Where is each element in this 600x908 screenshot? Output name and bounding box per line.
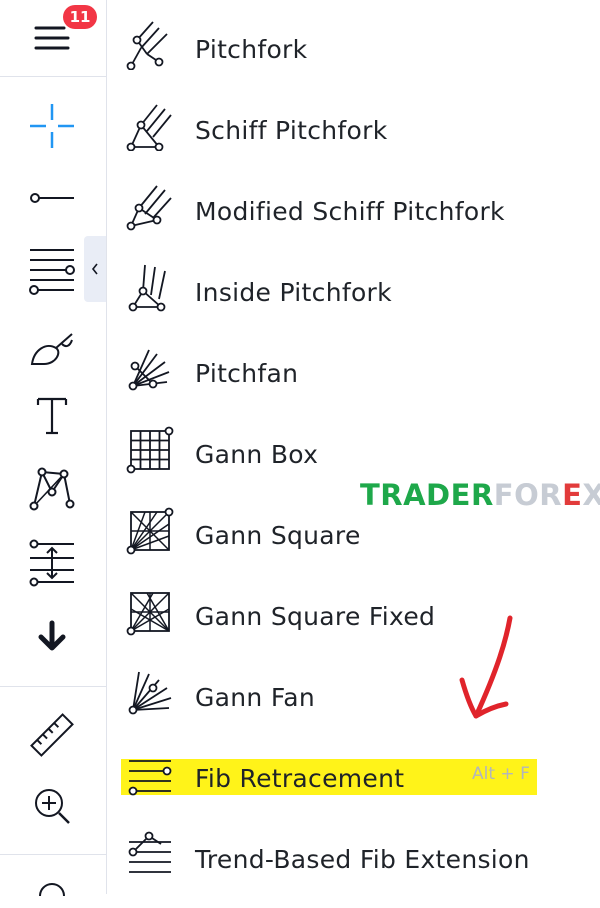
watermark-part: X [582,478,600,512]
menu-item-modified-schiff-pitchfork[interactable]: Modified Schiff Pitchfork [107,164,600,245]
watermark-part: TRADER [360,478,494,512]
gann-square-icon [123,504,175,556]
menu-item-label: Trend-Based Fib Extension [195,845,530,874]
zoom-in-icon[interactable] [20,774,84,838]
left-toolbar: 11 [0,0,106,896]
fib-retracement-icon[interactable] [20,236,84,300]
text-icon[interactable] [20,384,84,448]
shortcut-hint: Alt + F [472,764,530,784]
pitchfan-icon [123,342,175,394]
chevron-left-icon [91,263,98,275]
ruler-icon[interactable] [20,704,84,768]
collapse-toolbar-button[interactable] [84,236,106,302]
annotation-arrow-icon [459,615,513,719]
notification-badge: 11 [63,5,97,29]
pitchfork-gann-tools-menu: Pitchfork Schiff Pitchfork Modified Schi… [107,0,600,894]
menu-item-label: Modified Schiff Pitchfork [195,197,505,226]
menu-item-label: Gann Square [195,521,361,550]
menu-item-label: Pitchfan [195,359,299,388]
menu-item-label: Fib Retracement [195,764,405,793]
menu-item-inside-pitchfork[interactable]: Inside Pitchfork [107,245,600,326]
trend-line-icon[interactable] [20,166,84,230]
inside-pitchfork-icon [123,261,175,313]
gann-box-icon [123,423,175,475]
gann-fan-icon [123,666,175,718]
toolbar-divider [0,686,106,687]
pitchfork-icon [123,18,175,71]
menu-item-trend-based-fib-extension[interactable]: Trend-Based Fib Extension [107,812,600,893]
fib-retracement-icon [123,747,175,799]
menu-item-label: Schiff Pitchfork [195,116,388,145]
menu-item-pitchfork[interactable]: Pitchfork [107,2,600,83]
menu-item-pitchfan[interactable]: Pitchfan [107,326,600,407]
arrow-down-icon[interactable] [20,604,84,668]
brush-icon[interactable] [20,316,84,380]
schiff-pitchfork-icon [123,99,175,152]
modified-schiff-pitchfork-icon [123,180,175,232]
menu-item-schiff-pitchfork[interactable]: Schiff Pitchfork [107,83,600,164]
crosshair-icon[interactable] [20,94,84,158]
watermark-part: FOR [493,478,563,512]
toolbar-divider [0,854,106,855]
menu-item-label: Gann Box [195,440,319,469]
menu-item-gann-box[interactable]: Gann Box [107,407,600,488]
prediction-icon[interactable] [20,530,84,594]
toolbar-divider [0,76,106,77]
menu-item-label: Gann Fan [195,683,315,712]
menu-item-label: Pitchfork [195,35,308,64]
gann-square-fixed-icon [123,585,175,637]
watermark-logo: TRADERFOREX [360,478,600,512]
menu-item-label: Inside Pitchfork [195,278,392,307]
watermark-part: E [562,478,583,512]
pattern-icon[interactable] [20,456,84,520]
menu-item-label: Gann Square Fixed [195,602,436,631]
trend-fib-extension-icon [123,828,175,880]
